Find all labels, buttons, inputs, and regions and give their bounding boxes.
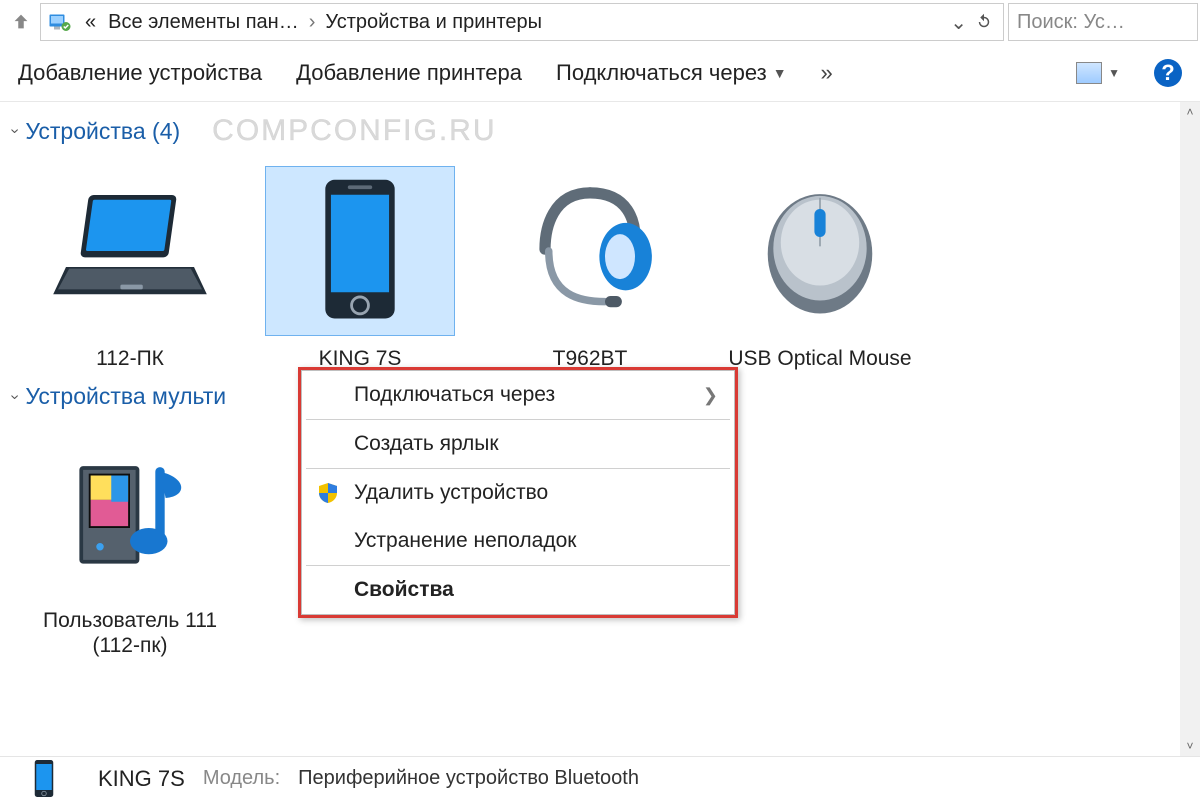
ctx-troubleshoot[interactable]: Устранение неполадок [302, 517, 734, 565]
ctx-label: Подключаться через [354, 383, 555, 407]
device-label: Пользователь 111 (112-пк) [30, 608, 230, 658]
ctx-properties[interactable]: Свойства [302, 566, 734, 614]
mouse-icon [725, 166, 915, 336]
ctx-create-shortcut[interactable]: Создать ярлык [302, 420, 734, 468]
phone-icon [265, 166, 455, 336]
toolbar: Добавление устройства Добавление принтер… [0, 44, 1200, 102]
help-button[interactable]: ? [1154, 59, 1182, 87]
ctx-remove-device[interactable]: Удалить устройство [302, 469, 734, 517]
ctx-label: Создать ярлык [354, 432, 499, 456]
breadcrumb-box[interactable]: « Все элементы пан… › Устройства и принт… [40, 3, 1004, 41]
scroll-up-icon[interactable]: ˄ [1180, 102, 1200, 122]
details-model-label: Модель: [203, 767, 280, 790]
chevron-down-icon: ▼ [1108, 66, 1120, 80]
watermark-text: COMPCONFIG.RU [212, 114, 496, 148]
uac-shield-icon [316, 481, 340, 505]
address-bar: « Все элементы пан… › Устройства и принт… [0, 0, 1200, 44]
add-printer-button[interactable]: Добавление принтера [296, 60, 522, 86]
collapse-icon: › [6, 128, 24, 133]
ctx-label: Удалить устройство [354, 481, 548, 505]
thumbnail-icon [1076, 62, 1102, 84]
breadcrumb-separator: › [305, 11, 320, 34]
device-item-mouse[interactable]: USB Optical Mouse [720, 166, 920, 371]
scroll-down-icon[interactable]: ˅ [1180, 736, 1200, 756]
laptop-icon [35, 166, 225, 336]
nav-up-button[interactable] [2, 3, 40, 41]
details-device-icon [8, 759, 80, 799]
control-panel-icon [47, 9, 73, 35]
devices-row: 112-ПК KING 7S [0, 156, 1200, 371]
ctx-label: Свойства [354, 578, 454, 602]
details-pane: KING 7S Модель: Периферийное устройство … [0, 756, 1200, 800]
device-item-mediaserver[interactable]: Пользователь 111 (112-пк) [30, 428, 230, 658]
ctx-label: Устранение неполадок [354, 529, 576, 553]
details-model-value: Периферийное устройство Bluetooth [298, 767, 639, 790]
group-multimedia-title: Устройства мульти [25, 383, 226, 410]
add-device-button[interactable]: Добавление устройства [18, 60, 262, 86]
device-item-phone[interactable]: KING 7S [260, 166, 460, 371]
group-devices-title: Устройства (4) [25, 118, 180, 145]
connect-via-label: Подключаться через [556, 60, 767, 86]
search-box[interactable] [1008, 3, 1198, 41]
view-toggle-button[interactable]: ▼ [1076, 62, 1120, 84]
context-menu: Подключаться через ❯ Создать ярлык [298, 367, 738, 618]
headset-icon [495, 166, 685, 336]
device-item-laptop[interactable]: 112-ПК [30, 166, 230, 371]
collapse-icon: › [6, 394, 24, 399]
device-item-headset[interactable]: T962BT [490, 166, 690, 371]
breadcrumb-refresh-icon[interactable] [971, 13, 997, 31]
toolbar-overflow-button[interactable]: » [821, 60, 833, 86]
add-device-label: Добавление устройства [18, 60, 262, 86]
chevron-right-icon: ❯ [703, 385, 718, 406]
search-input[interactable] [1017, 11, 1200, 34]
vertical-scrollbar[interactable]: ˄ ˅ [1180, 102, 1200, 756]
chevron-down-icon: ▼ [773, 65, 787, 81]
group-devices-header[interactable]: › Устройства (4) COMPCONFIG.RU [0, 106, 1200, 156]
add-printer-label: Добавление принтера [296, 60, 522, 86]
content-area: › Устройства (4) COMPCONFIG.RU [0, 102, 1200, 756]
device-label: 112-ПК [96, 346, 164, 371]
breadcrumb-root-chevron: « [79, 11, 102, 34]
ctx-connect-via[interactable]: Подключаться через ❯ [302, 371, 734, 419]
breadcrumb-item-1[interactable]: Все элементы пан… [102, 11, 305, 34]
media-server-icon [35, 428, 225, 598]
device-label: USB Optical Mouse [728, 346, 911, 371]
connect-via-button[interactable]: Подключаться через ▼ [556, 60, 787, 86]
details-device-name: KING 7S [98, 766, 185, 792]
breadcrumb-item-2[interactable]: Устройства и принтеры [319, 11, 548, 34]
breadcrumb-history-dropdown[interactable]: ⌄ [946, 10, 971, 35]
